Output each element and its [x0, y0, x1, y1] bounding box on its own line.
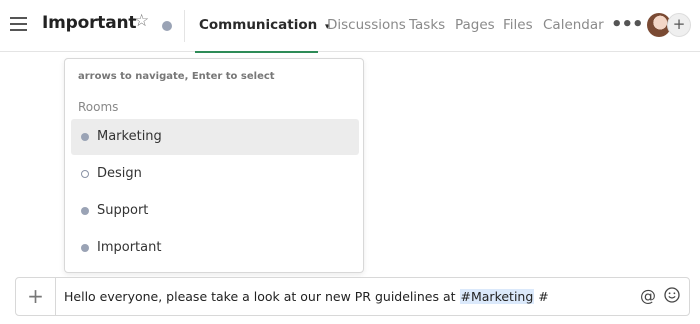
message-input[interactable]: Hello everyone, please take a look at ou… [64, 289, 549, 304]
room-dot-icon [81, 207, 89, 215]
tab-pages[interactable]: Pages [455, 17, 495, 33]
star-icon[interactable]: ☆ [134, 13, 149, 30]
add-attachment-button[interactable]: + [16, 278, 56, 315]
room-tag: #Marketing [459, 289, 535, 304]
dropdown-item-support[interactable]: Support [71, 193, 359, 229]
mention-icon[interactable]: @ [640, 286, 656, 305]
menu-icon[interactable] [10, 17, 27, 31]
emoji-icon[interactable] [664, 287, 680, 303]
room-dot-icon [81, 133, 89, 141]
room-dot-icon [81, 244, 89, 252]
tab-communication[interactable]: Communication ▾ [199, 17, 329, 33]
dropdown-item-label: Marketing [97, 129, 162, 144]
active-tab-indicator [195, 51, 318, 53]
room-title: Important [42, 13, 137, 33]
message-text-trailing: # [534, 289, 549, 304]
tab-label: Communication [199, 17, 318, 33]
dropdown-item-design[interactable]: Design [71, 156, 359, 192]
message-text: Hello everyone, please take a look at ou… [64, 289, 460, 304]
top-bar: Important ☆ Communication ▾ Discussions … [0, 0, 700, 52]
dropdown-item-marketing[interactable]: Marketing [71, 119, 359, 155]
more-icon[interactable]: ••• [611, 14, 644, 35]
header-divider [184, 10, 185, 42]
dropdown-item-label: Support [97, 203, 149, 218]
room-dot-icon [81, 170, 89, 178]
dropdown-item-label: Important [97, 240, 162, 255]
dropdown-hint: arrows to navigate, Enter to select [78, 71, 275, 82]
dropdown-section-label: Rooms [78, 100, 119, 114]
tab-calendar[interactable]: Calendar [543, 17, 604, 33]
message-composer[interactable]: + Hello everyone, please take a look at … [15, 277, 690, 316]
tab-discussions[interactable]: Discussions [327, 17, 406, 33]
tab-tasks[interactable]: Tasks [409, 17, 445, 33]
room-mention-dropdown: arrows to navigate, Enter to select Room… [64, 58, 364, 273]
room-status-dot [162, 21, 172, 31]
dropdown-item-label: Design [97, 166, 142, 181]
add-member-icon[interactable]: + [667, 13, 691, 37]
dropdown-item-important[interactable]: Important [71, 230, 359, 266]
tab-files[interactable]: Files [503, 17, 533, 33]
